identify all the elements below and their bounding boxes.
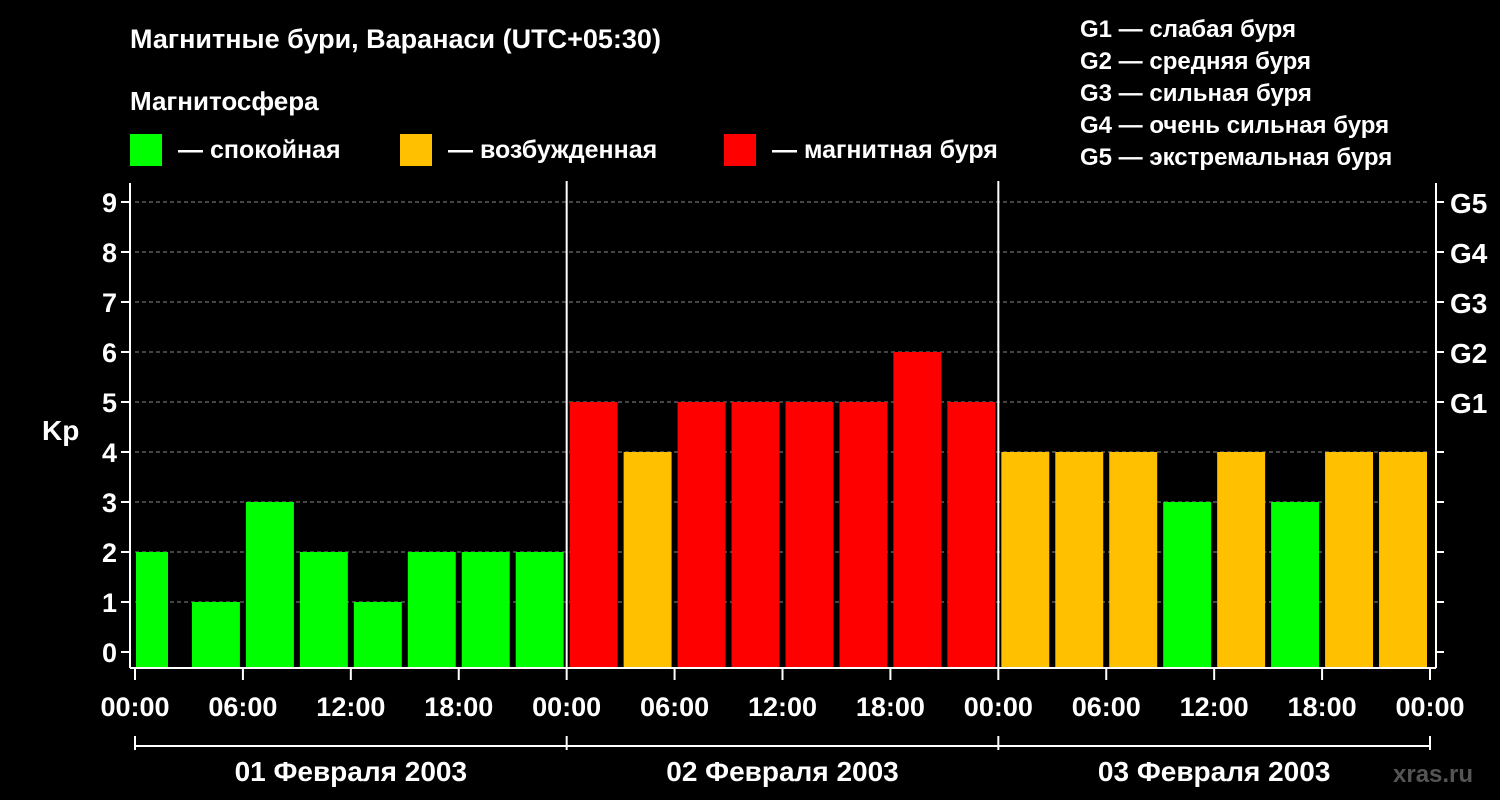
x-tick-label: 18:00 xyxy=(424,692,493,722)
x-tick-label: 12:00 xyxy=(316,692,385,722)
x-tick-label: 06:00 xyxy=(1072,692,1141,722)
bar xyxy=(1109,452,1158,668)
legend-swatch-1 xyxy=(400,134,432,166)
bar xyxy=(461,552,510,668)
y-tick-label: 4 xyxy=(102,438,117,468)
bar xyxy=(623,452,672,668)
y-tick-label: 9 xyxy=(102,188,117,218)
bar xyxy=(1163,502,1212,668)
g-legend-item-3: G4 — очень сильная буря xyxy=(1080,112,1389,139)
g-scale-legend: G1 — слабая буря G2 — средняя буря G3 — си… xyxy=(1080,16,1392,171)
x-tick-label: 18:00 xyxy=(1288,692,1357,722)
bar xyxy=(947,402,996,668)
g-legend-item-4: G5 — экстремальная буря xyxy=(1080,144,1392,171)
x-tick-label: 12:00 xyxy=(748,692,817,722)
x-tick-label: 00:00 xyxy=(532,692,601,722)
bar xyxy=(299,552,348,668)
y-tick-label: 0 xyxy=(102,638,117,668)
bar xyxy=(1271,502,1320,668)
bar xyxy=(136,552,168,668)
bar xyxy=(353,602,402,668)
x-tick-label: 00:00 xyxy=(1395,692,1464,722)
y-tick-label: 3 xyxy=(102,488,117,518)
x-tick-label: 18:00 xyxy=(856,692,925,722)
x-tick-label: 00:00 xyxy=(964,692,1033,722)
bar xyxy=(1001,452,1050,668)
legend-swatch-0 xyxy=(130,134,162,166)
bar xyxy=(245,502,294,668)
g-tick-label: G5 xyxy=(1450,188,1487,219)
g-tick-label: G4 xyxy=(1450,238,1488,269)
bar xyxy=(1325,452,1374,668)
y-tick-label: 8 xyxy=(102,238,117,268)
y-tick-label: 1 xyxy=(102,588,117,618)
day-label: 01 Февраля 2003 xyxy=(235,756,467,787)
g-legend-item-1: G2 — средняя буря xyxy=(1080,48,1311,75)
y-tick-label: 2 xyxy=(102,538,117,568)
y-axis-label: Kp xyxy=(42,415,79,446)
bar xyxy=(407,552,456,668)
bar xyxy=(893,352,942,668)
y-tick-label: 5 xyxy=(102,388,117,418)
bar xyxy=(731,402,780,668)
chart-title: Магнитные бури, Варанаси (UTC+05:30) xyxy=(130,24,661,54)
x-tick-label: 00:00 xyxy=(100,692,169,722)
legend-label-1: — возбужденная xyxy=(448,136,657,164)
g-legend-item-0: G1 — слабая буря xyxy=(1080,16,1296,43)
plot-area: 0 1 2 3 4 5 6 7 8 9 G1 G2 G3 G4 G5 00:00 06:00 12:00 18:00… xyxy=(100,181,1488,787)
bar xyxy=(1217,452,1266,668)
watermark: xras.ru xyxy=(1393,761,1473,788)
day-label: 03 Февраля 2003 xyxy=(1098,756,1330,787)
bar xyxy=(785,402,834,668)
y-tick-label: 6 xyxy=(102,338,117,368)
kp-chart: Магнитные бури, Варанаси (UTC+05:30) Маг… xyxy=(42,16,1488,788)
x-tick-label: 12:00 xyxy=(1180,692,1249,722)
x-tick-label: 06:00 xyxy=(208,692,277,722)
bar xyxy=(569,402,618,668)
legend-label-0: — спокойная xyxy=(178,136,341,164)
x-tick-label: 06:00 xyxy=(640,692,709,722)
bar xyxy=(515,552,564,668)
legend-label-2: — магнитная буря xyxy=(772,136,998,164)
g-tick-label: G3 xyxy=(1450,288,1487,319)
g-tick-label: G1 xyxy=(1450,388,1487,419)
bar xyxy=(1055,452,1104,668)
day-label: 02 Февраля 2003 xyxy=(666,756,898,787)
bar xyxy=(839,402,888,668)
g-tick-label: G2 xyxy=(1450,338,1487,369)
bar xyxy=(677,402,726,668)
legend: — спокойная — возбужденная — магнитная бур… xyxy=(130,134,998,166)
bar xyxy=(1379,452,1427,668)
g-legend-item-2: G3 — сильная буря xyxy=(1080,80,1312,107)
legend-title: Магнитосфера xyxy=(130,86,319,116)
y-tick-label: 7 xyxy=(102,288,117,318)
bar xyxy=(191,602,240,668)
legend-swatch-2 xyxy=(724,134,756,166)
